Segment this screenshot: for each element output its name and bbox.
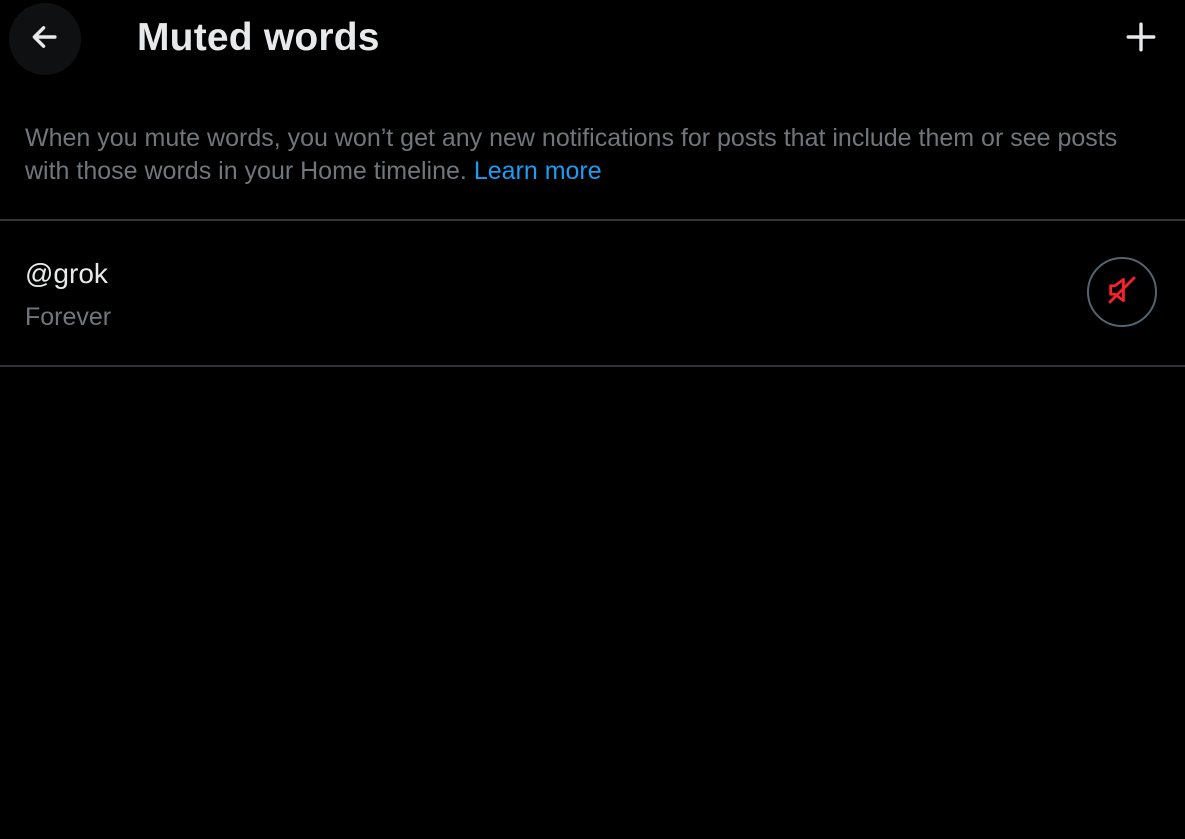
- speaker-muted-icon: [1105, 273, 1139, 312]
- muted-word: @grok: [25, 258, 108, 289]
- arrow-left-icon: [28, 20, 62, 59]
- muted-word-item[interactable]: @grok Forever: [0, 221, 1185, 365]
- add-muted-word-button[interactable]: [1110, 8, 1172, 70]
- unmute-button[interactable]: [1087, 257, 1157, 327]
- back-button[interactable]: [9, 3, 81, 75]
- divider: [0, 365, 1185, 367]
- page-title: Muted words: [137, 16, 380, 59]
- page-header: Muted words: [0, 0, 1185, 78]
- muted-words-description: When you mute words, you won’t get any n…: [25, 122, 1160, 188]
- mute-duration: Forever: [25, 303, 112, 331]
- plus-icon: [1124, 20, 1158, 59]
- learn-more-link[interactable]: Learn more: [474, 157, 602, 185]
